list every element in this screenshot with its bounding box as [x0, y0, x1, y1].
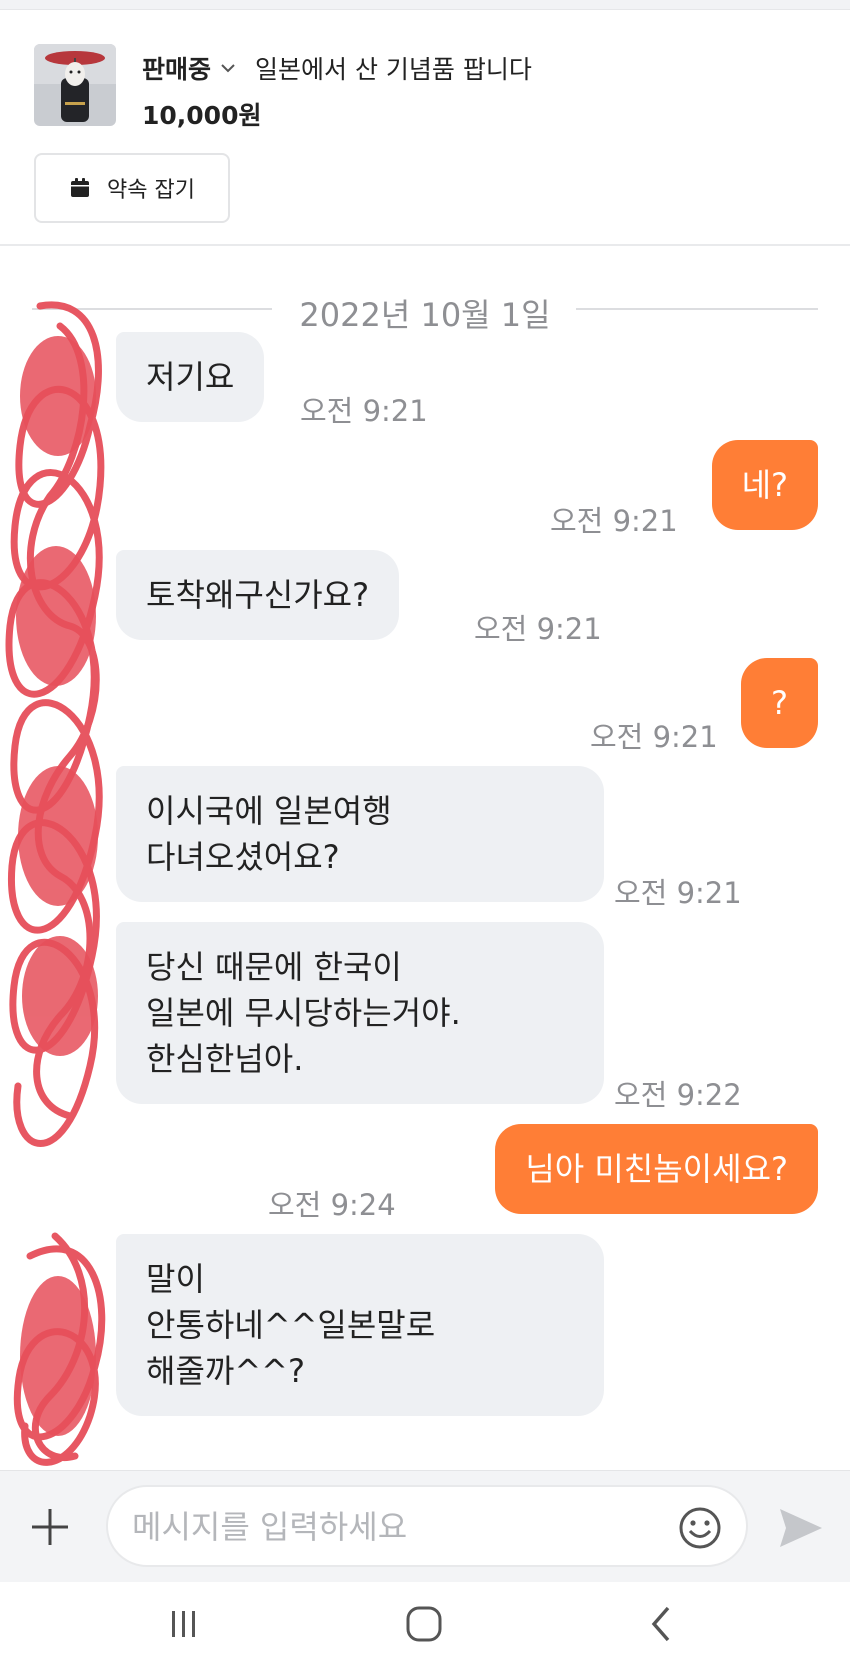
message-time: 오전 9:22 — [614, 1078, 742, 1112]
message-input-bar — [0, 1470, 850, 1582]
product-header: 판매중 일본에서 산 기념품 팝니다 10,000원 약속 잡기 — [0, 10, 850, 246]
back-icon[interactable] — [646, 1604, 676, 1644]
system-navigation-bar — [0, 1582, 850, 1669]
make-appointment-button[interactable]: 약속 잡기 — [34, 153, 230, 223]
message-bubble-sent[interactable]: 네? — [711, 440, 818, 530]
message-input[interactable] — [132, 1501, 652, 1553]
plus-icon[interactable] — [28, 1505, 72, 1549]
message-time: 오전 9:21 — [614, 876, 742, 910]
chevron-down-icon[interactable] — [219, 59, 237, 77]
product-thumbnail[interactable] — [34, 44, 116, 126]
message-time: 오전 9:24 — [268, 1188, 396, 1222]
product-price: 10,000원 — [142, 101, 262, 130]
message-input-container — [106, 1485, 748, 1567]
message-time: 오전 9:21 — [550, 504, 678, 538]
avatar-redaction-scribble — [5, 301, 106, 1466]
appointment-button-label: 약속 잡기 — [107, 178, 195, 203]
sale-status-dropdown[interactable]: 판매중 — [142, 50, 211, 86]
message-time: 오전 9:21 — [474, 612, 602, 646]
message-bubble-sent[interactable]: ? — [741, 658, 818, 748]
message-bubble-received[interactable]: 이시국에 일본여행 다녀오셨어요? — [116, 766, 604, 902]
emoji-icon[interactable] — [678, 1506, 722, 1550]
recent-apps-icon[interactable] — [166, 1606, 202, 1642]
message-bubble-received[interactable]: 말이 안통하네^^일본말로 해줄까^^? — [116, 1234, 604, 1416]
message-time: 오전 9:21 — [300, 394, 428, 428]
product-status-row: 판매중 일본에서 산 기념품 팝니다 — [142, 50, 532, 86]
home-icon[interactable] — [404, 1604, 444, 1644]
message-bubble-received[interactable]: 토착왜구신가요? — [116, 550, 400, 640]
calendar-icon — [71, 178, 90, 197]
top-edge — [0, 0, 850, 10]
product-title: 일본에서 산 기념품 팝니다 — [255, 55, 532, 84]
message-bubble-received[interactable]: 저기요 — [116, 332, 265, 422]
message-time: 오전 9:21 — [590, 720, 718, 754]
send-icon[interactable] — [778, 1507, 824, 1549]
message-bubble-sent[interactable]: 님아 미친놈이세요? — [495, 1124, 818, 1214]
chat-area[interactable]: 2022년 10월 1일 저기요 오전 9:21 네? 오전 9:21 토착왜구… — [0, 248, 850, 1470]
message-bubble-received[interactable]: 당신 때문에 한국이 일본에 무시당하는거야. 한심한넘아. — [116, 922, 604, 1104]
